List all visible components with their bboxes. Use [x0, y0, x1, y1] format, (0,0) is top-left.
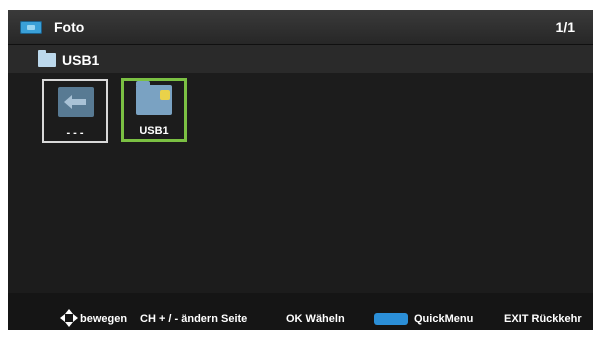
page-indicator: 1/1 — [555, 19, 575, 35]
hint-bar: bewegen CH + / - ändern Seite OK Wäheln … — [8, 293, 593, 330]
page-title: Foto — [54, 19, 85, 35]
breadcrumb: USB1 — [8, 45, 593, 73]
title-bar: Foto 1/1 — [8, 10, 593, 45]
file-grid: - - - USB1 — [8, 73, 593, 293]
back-folder-item[interactable]: - - - — [42, 79, 108, 143]
hint-quick-menu: QuickMenu — [414, 313, 474, 325]
back-folder-label: - - - — [66, 127, 84, 139]
hint-exit: EXIT Rückkehr — [504, 313, 582, 325]
usb-folder-icon — [136, 81, 172, 115]
quick-menu-button-icon — [374, 313, 408, 325]
hint-navigate: bewegen — [80, 313, 128, 325]
back-arrow-icon — [58, 87, 94, 117]
photo-folder-icon — [20, 21, 42, 34]
hint-ok-select: OK Wäheln — [286, 313, 345, 325]
usb1-folder-label: USB1 — [139, 125, 169, 137]
current-path: USB1 — [62, 52, 100, 68]
usb1-folder-item[interactable]: USB1 — [121, 78, 187, 142]
media-browser-screen: Foto 1/1 USB1 - - - USB1 bewegen CH + / … — [8, 10, 593, 330]
navigation-arrows-icon — [60, 309, 78, 327]
hint-change-page: CH + / - ändern Seite — [140, 313, 248, 325]
folder-icon — [38, 50, 56, 67]
